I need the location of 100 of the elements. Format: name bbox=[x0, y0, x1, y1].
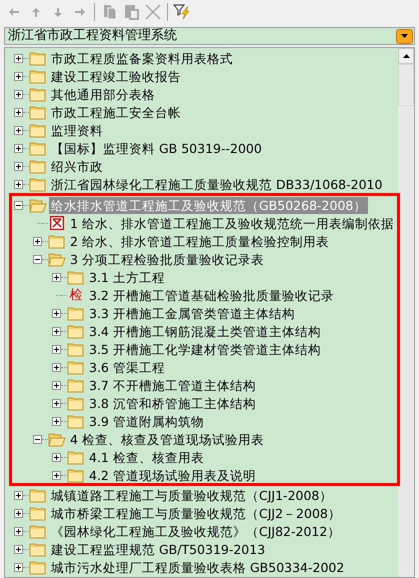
tree-item[interactable]: 建设工程竣工验收报告 bbox=[49, 68, 183, 84]
plus-icon bbox=[14, 528, 22, 534]
check-mark-glyph: 检 bbox=[68, 288, 84, 302]
plus-icon bbox=[52, 346, 60, 352]
plus-icon bbox=[52, 454, 60, 460]
tree-item[interactable]: 城镇道路工程施工与质量验收规范（CJJ1-2008） bbox=[49, 486, 334, 504]
tree-item[interactable]: 3.1 土方工程 bbox=[87, 268, 167, 286]
tree-item[interactable]: 3.5 开槽施工化学建材管类管道主体结构 bbox=[87, 340, 323, 358]
scroll-thumb[interactable] bbox=[398, 64, 414, 106]
tree-item[interactable]: 4.1 检查、核查用表 bbox=[87, 448, 206, 466]
folder-icon bbox=[29, 140, 47, 156]
tree-item[interactable]: 4.2 管道现场试验用表及说明 bbox=[87, 466, 258, 484]
plus-icon bbox=[14, 564, 22, 570]
open-folder-icon bbox=[29, 198, 47, 212]
expand-toggle[interactable] bbox=[14, 126, 22, 134]
expand-toggle[interactable] bbox=[14, 544, 22, 554]
tree-item[interactable]: 3.4 开槽施工钢筋混凝土类管道主体结构 bbox=[87, 322, 323, 340]
expand-toggle[interactable] bbox=[14, 72, 22, 80]
folder-icon bbox=[67, 414, 85, 428]
tree-item[interactable]: 3.9 管道附属构筑物 bbox=[87, 412, 206, 430]
expand-toggle[interactable] bbox=[14, 562, 22, 572]
up-arrow-icon bbox=[32, 8, 40, 16]
expand-toggle[interactable] bbox=[14, 144, 22, 152]
folder-icon bbox=[29, 86, 47, 102]
tree-item[interactable]: 浙江省园林绿化工程施工质量验收规范 DB33/1068-2010 bbox=[49, 176, 384, 192]
tree-item[interactable]: 1 给水、排水管道工程施工及验收规范统一用表编制依据 bbox=[68, 214, 396, 232]
tree-item[interactable]: 建设工程监理规范 GB/T50319-2013 bbox=[49, 540, 268, 558]
up-triangle-icon bbox=[402, 54, 410, 58]
folder-icon bbox=[29, 176, 47, 192]
plus-icon bbox=[14, 72, 22, 80]
plus-icon bbox=[34, 238, 40, 244]
tree-item[interactable]: 【国标】监理资料 GB 50319--2000 bbox=[49, 140, 264, 156]
expand-toggle[interactable] bbox=[52, 470, 60, 480]
scroll-up-button[interactable] bbox=[398, 48, 414, 64]
filter-button[interactable] bbox=[172, 2, 192, 22]
tree-item[interactable]: 《园林绿化工程施工及验收规范》（CJJ82-2012） bbox=[49, 522, 342, 540]
expand-toggle[interactable] bbox=[52, 344, 60, 354]
folder-icon bbox=[67, 450, 85, 464]
copy-icon bbox=[101, 4, 117, 20]
scrollbar[interactable] bbox=[398, 48, 414, 577]
tree-item[interactable]: 城市污水处理厂工程质量验收表格 GB50334-2002 bbox=[49, 558, 346, 576]
tree-item[interactable]: 城市桥梁工程施工与质量验收规范（CJJ2－2008） bbox=[49, 504, 343, 522]
dropdown-button[interactable] bbox=[396, 28, 413, 44]
plus-icon bbox=[14, 546, 22, 552]
expand-toggle[interactable] bbox=[52, 308, 60, 318]
folder-icon bbox=[67, 270, 85, 284]
open-folder-icon bbox=[48, 252, 66, 266]
tree-item[interactable]: 3 分项工程检验批质量验收记录表 bbox=[68, 250, 266, 268]
plus-icon bbox=[52, 472, 60, 478]
plus-icon bbox=[52, 310, 60, 316]
expand-toggle[interactable] bbox=[52, 362, 60, 372]
plus-icon bbox=[52, 274, 60, 280]
collapse-toggle[interactable] bbox=[32, 434, 42, 444]
expand-toggle[interactable] bbox=[52, 326, 60, 336]
tree-item[interactable]: 3.6 管渠工程 bbox=[87, 358, 167, 376]
collapse-toggle[interactable] bbox=[32, 254, 42, 264]
expand-toggle[interactable] bbox=[14, 526, 22, 536]
folder-icon bbox=[29, 542, 47, 556]
folder-icon bbox=[29, 488, 47, 502]
tree-item[interactable]: 其他通用部分表格 bbox=[49, 86, 157, 102]
tree-item[interactable]: 市政工程施工安全台帐 bbox=[49, 104, 183, 120]
tree-item[interactable]: 4 检查、核查及管道现场试验用表 bbox=[68, 430, 266, 448]
folder-icon bbox=[67, 324, 85, 338]
expand-toggle[interactable] bbox=[52, 416, 60, 426]
expand-toggle[interactable] bbox=[14, 108, 22, 116]
form-icon bbox=[50, 216, 64, 230]
expand-toggle[interactable] bbox=[52, 272, 60, 282]
expand-toggle[interactable] bbox=[14, 162, 22, 170]
expand-toggle[interactable] bbox=[52, 398, 60, 408]
tree-item[interactable]: 市政工程质监备案资料用表格式 bbox=[49, 50, 235, 66]
folder-icon bbox=[29, 560, 47, 574]
folder-icon bbox=[29, 68, 47, 84]
plus-icon bbox=[14, 90, 22, 98]
expand-toggle[interactable] bbox=[52, 380, 60, 390]
folder-icon bbox=[48, 234, 66, 248]
system-dropdown[interactable]: 浙江省市政工程资料管理系统 bbox=[4, 27, 415, 45]
expand-toggle[interactable] bbox=[32, 236, 42, 246]
expand-toggle[interactable] bbox=[14, 180, 22, 188]
expand-toggle[interactable] bbox=[14, 490, 22, 500]
tree-item[interactable]: 绍兴市政 bbox=[49, 158, 105, 174]
expand-toggle[interactable] bbox=[14, 54, 22, 62]
tree-item[interactable]: 3.7 不开槽施工管道主体结构 bbox=[87, 376, 258, 394]
expand-toggle[interactable] bbox=[14, 90, 22, 98]
tree-item[interactable]: 3.2 开槽施工管道基础检验批质量验收记录 bbox=[87, 286, 336, 304]
folder-icon bbox=[67, 468, 85, 482]
expand-toggle[interactable] bbox=[52, 452, 60, 462]
expand-toggle[interactable] bbox=[14, 508, 22, 518]
tree-item[interactable]: 3.8 沉管和桥管施工主体结构 bbox=[87, 394, 258, 412]
tree-item[interactable]: 3.3 开槽施工金属管类管道主体结构 bbox=[87, 304, 297, 322]
filter-icon bbox=[173, 4, 191, 20]
folder-icon bbox=[67, 360, 85, 374]
tree-item[interactable]: 监理资料 bbox=[49, 122, 105, 138]
collapse-toggle[interactable] bbox=[14, 200, 22, 210]
plus-icon bbox=[52, 418, 60, 424]
folder-icon bbox=[29, 506, 47, 520]
plus-icon bbox=[14, 54, 22, 62]
tree-item[interactable]: 2 给水、排水管道工程施工质量检验控制用表 bbox=[68, 232, 331, 250]
dropdown-value: 浙江省市政工程资料管理系统 bbox=[7, 28, 178, 44]
plus-icon bbox=[14, 144, 22, 152]
open-folder-icon bbox=[48, 432, 66, 446]
